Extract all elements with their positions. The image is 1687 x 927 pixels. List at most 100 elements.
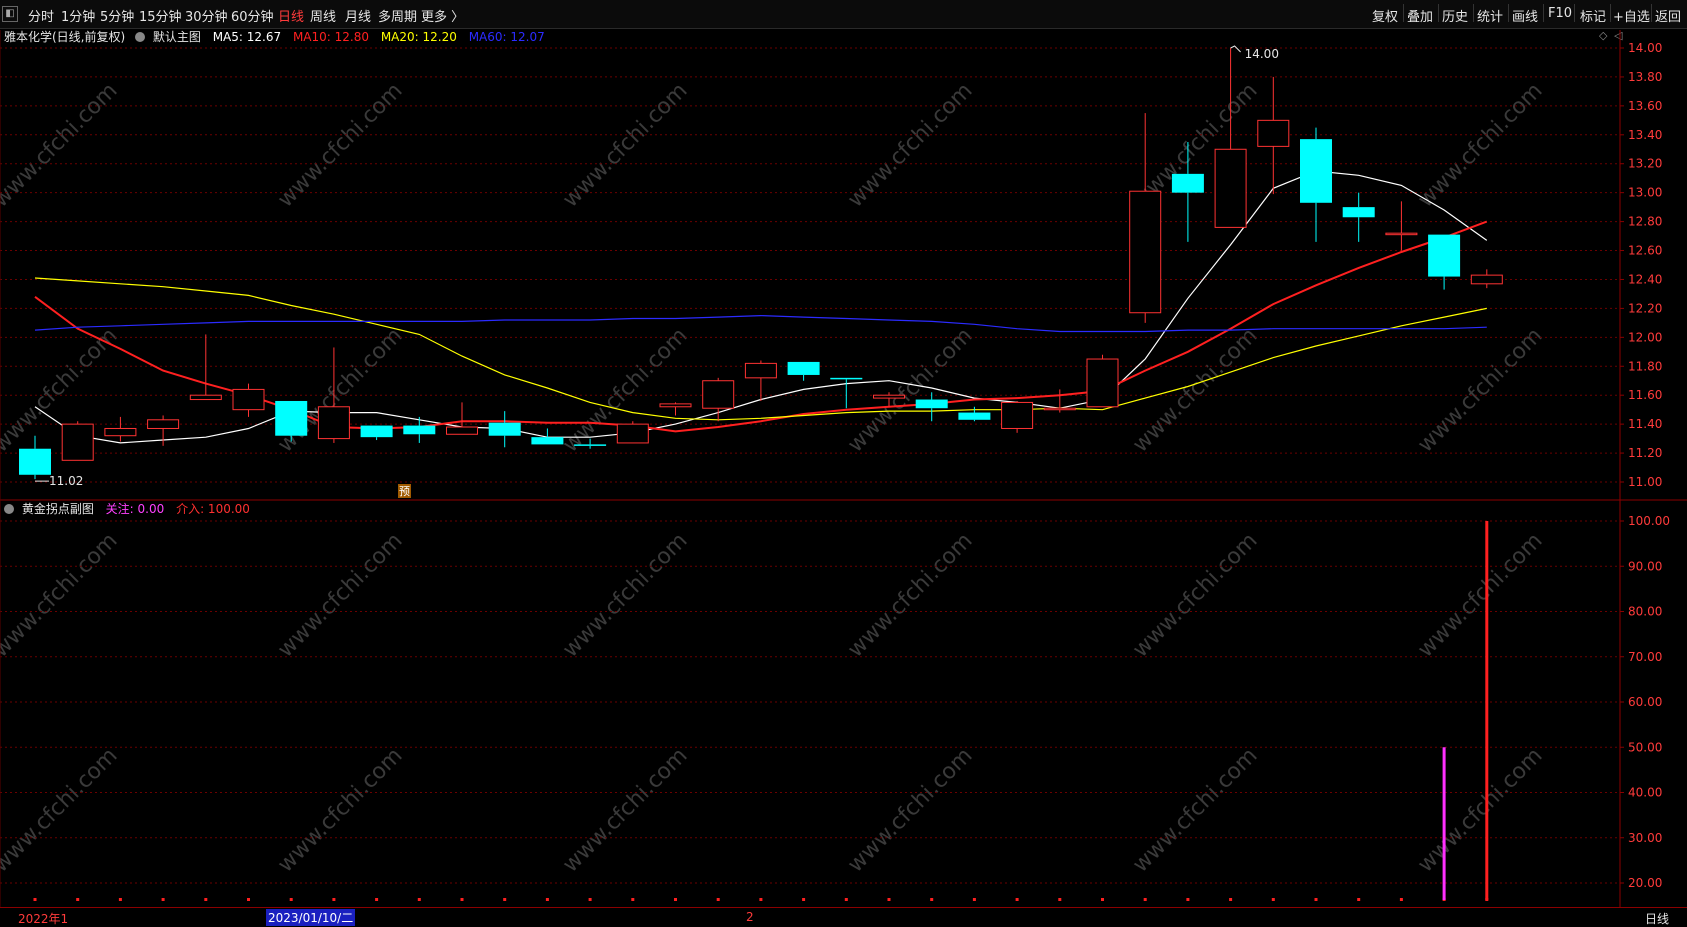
price-tick-label: 13.40: [1628, 128, 1662, 142]
indicator-zero-dot: [972, 898, 976, 901]
price-axis: 14.00 13.80 13.60 13.40 13.20 13.00 12.80 12.60…: [1620, 41, 1662, 489]
indicator-zero-dot: [33, 898, 37, 901]
low-price-label: 11.02: [49, 474, 83, 488]
indicator-zero-dot: [545, 898, 549, 901]
candle-body-up: [1385, 232, 1418, 236]
candle-body-up: [1001, 401, 1034, 429]
indicator-tick-label: 90.00: [1628, 559, 1662, 573]
candle-body-up: [1043, 407, 1076, 411]
watermark-text: www.cfchi.com: [0, 743, 123, 877]
price-tick-label: 11.40: [1628, 417, 1662, 431]
candlesticks: [19, 48, 1503, 480]
watermark-text: www.cfchi.com: [558, 528, 692, 662]
indicator-zero-dot: [631, 898, 635, 901]
indicator-zero-dot: [1186, 898, 1190, 901]
price-tick-label: 14.00: [1628, 41, 1662, 55]
date-cursor-label: 2023/01/10/二: [266, 909, 356, 926]
candle-body-down: [574, 444, 607, 446]
candle-body-up: [659, 403, 692, 408]
candle-body-up: [189, 394, 222, 401]
candle-body-down: [275, 400, 308, 436]
candle-body-up: [1257, 119, 1290, 147]
price-tick-label: 12.80: [1628, 215, 1662, 229]
indicator-zero-dot: [1314, 898, 1318, 901]
candle-body-down: [360, 425, 393, 438]
indicator-zero-dot: [1058, 898, 1062, 901]
candle-body-up: [1470, 274, 1503, 285]
indicator-tick-label: 70.00: [1628, 650, 1662, 664]
indicator-axis: 100.00 90.00 80.00 70.00 60.00 50.00 40.00 30.0…: [1620, 514, 1670, 890]
indicator-grid: [0, 520, 1620, 901]
candle-body-up: [744, 362, 777, 379]
watermark-text: www.cfchi.com: [843, 528, 977, 662]
price-tick-label: 11.60: [1628, 388, 1662, 402]
indicator-zero-dot: [887, 898, 891, 901]
indicator-tick-label: 100.00: [1628, 514, 1670, 528]
high-price-label: 14.00: [1245, 47, 1279, 61]
high-arrow: [1230, 45, 1241, 53]
indicator-zero-dot: [375, 898, 379, 901]
indicator-zero-dot: [332, 898, 336, 901]
watermark-text: www.cfchi.com: [1128, 743, 1262, 877]
price-tick-label: 11.80: [1628, 359, 1662, 373]
indicator-zero-dot: [76, 898, 80, 901]
watermark-text: www.cfchi.com: [1128, 528, 1262, 662]
indicator-zero-dot: [460, 898, 464, 901]
price-grid: [0, 47, 1620, 483]
candle-body-up: [104, 427, 137, 437]
candle-body-up: [147, 419, 180, 429]
price-tick-label: 11.20: [1628, 446, 1662, 460]
candle-body-down: [915, 399, 948, 409]
candle-body-up: [1214, 148, 1247, 228]
indicator-zero-dot: [289, 898, 293, 901]
watermark-text: www.cfchi.com: [843, 743, 977, 877]
date-label-start: 2022年1: [18, 912, 69, 926]
watermark-text: www.cfchi.com: [0, 323, 123, 457]
candle-body-up: [61, 423, 94, 461]
indicator-zero-dot: [674, 898, 677, 901]
candle-body-down: [403, 425, 436, 435]
kline-chart[interactable]: www.cfchi.com www.cfchi.com www.cfchi.com w…: [0, 0, 1687, 926]
price-tick-label: 12.60: [1628, 244, 1662, 258]
price-tick-label: 12.00: [1628, 330, 1662, 344]
ma-line-ma60: [34, 314, 1487, 333]
indicator-tick-label: 30.00: [1628, 831, 1662, 845]
indicator-zero-dot: [503, 898, 507, 901]
candle-body-down: [19, 448, 51, 475]
watermark-text: www.cfchi.com: [1128, 323, 1262, 457]
candle-body-down: [531, 437, 564, 445]
candle-body-up: [702, 380, 735, 409]
indicator-zero-dot: [1229, 898, 1233, 901]
indicator-tick-label: 80.00: [1628, 605, 1662, 619]
candle-body-down: [830, 377, 863, 380]
candle-body-down: [1171, 173, 1204, 193]
price-tick-label: 13.80: [1628, 70, 1662, 84]
indicator-tick-label: 40.00: [1628, 786, 1662, 800]
candle-body-down: [488, 422, 521, 436]
price-tick-label: 13.60: [1628, 99, 1662, 113]
indicator-zero-dot: [844, 898, 848, 901]
indicator-zero-dot: [1015, 898, 1019, 901]
indicator-zero-dot: [1143, 898, 1147, 901]
indicator-zero-dot: [247, 898, 250, 901]
candle-body-up: [1129, 190, 1162, 314]
watermark-text: www.cfchi.com: [558, 743, 692, 877]
candle-body-down: [1342, 207, 1375, 218]
forecast-marker: 预: [399, 485, 410, 498]
indicator-zero-dot: [118, 898, 122, 901]
indicator-zero-dot: [716, 898, 720, 901]
candle-body-down: [787, 361, 820, 375]
indicator-zero-dot: [1357, 898, 1361, 901]
indicator-zero-dot: [1101, 898, 1104, 901]
date-axis: 2022年1 2023/01/10/二 2 日线: [0, 907, 1687, 927]
price-tick-label: 12.20: [1628, 301, 1662, 315]
candle-body-up: [616, 423, 649, 444]
price-tick-label: 12.40: [1628, 272, 1662, 286]
price-tick-label: 13.20: [1628, 157, 1662, 171]
indicator-zero-dot: [759, 898, 763, 901]
indicator-tick-label: 50.00: [1628, 740, 1662, 754]
watermark-text: www.cfchi.com: [843, 323, 977, 457]
indicator-zero-dot: [588, 898, 592, 901]
indicator-tick-label: 20.00: [1628, 876, 1662, 890]
indicator-zero-dot: [1399, 898, 1403, 901]
